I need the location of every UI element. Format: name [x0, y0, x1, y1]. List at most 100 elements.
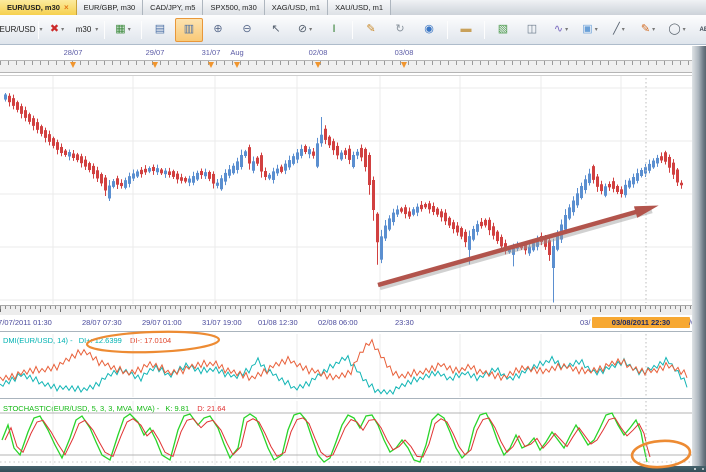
ruler-icon[interactable]: ▬ — [452, 18, 480, 42]
zoom-out-icon[interactable]: ⊖ — [233, 18, 261, 42]
chart-tab-label: XAG/USD, m1 — [272, 3, 320, 12]
toolbar-separator — [352, 21, 353, 39]
chart-tab-2[interactable]: CAD/JPY, m5 — [143, 0, 203, 15]
time-axis-label: 28/07 07:30 — [82, 318, 122, 327]
chart-window-icon[interactable]: ▤ — [146, 18, 174, 42]
chart-toolbar: EUR/USD▾✖▾m30▾▦▾▤▥⊕⊖↖⊘▾I✎↻◉▬▧◫∿▾▣▾╱▾✎▾◯▾… — [0, 15, 706, 45]
day-date-label: 29/07 — [146, 48, 165, 57]
screenshot-icon[interactable]: ◫ — [518, 18, 546, 42]
time-axis-label: 02/08 06:00 — [318, 318, 358, 327]
dmi-di-minus-value: DI-: 17.0104 — [130, 336, 171, 345]
chart-type-icon: ▦ — [115, 24, 125, 35]
magnifier-icon[interactable]: ⊘▾ — [291, 18, 319, 42]
annotate-icon[interactable]: ✎ — [357, 18, 385, 42]
toolbar-separator — [38, 21, 39, 39]
stochastic-d-value: D: 21.64 — [197, 404, 225, 413]
chart-tab-label: EUR/USD, m30 — [7, 3, 60, 12]
image-icon: ▧ — [498, 24, 508, 35]
dmi-header: DMI(EUR/USD, 14) - DI+: 12.6399 DI-: 17.… — [3, 336, 171, 345]
screenshot-icon: ◫ — [527, 24, 537, 35]
fibonacci-icon: ∿ — [554, 24, 563, 35]
magnifier-icon: ⊘ — [298, 24, 307, 35]
cursor-icon: ↖ — [271, 24, 280, 35]
text-tool-icon[interactable]: ABC — [692, 18, 706, 42]
day-date-label: 28/07 — [64, 48, 83, 57]
close-symbol-icon[interactable]: ✖▾ — [43, 18, 71, 42]
trading-platform-window: EUR/USD, m30 × EUR/GBP, m30 CAD/JPY, m5 SPX5… — [0, 0, 706, 472]
dmi-title: DMI(EUR/USD, 14) - — [3, 336, 73, 345]
chart-tab-5[interactable]: XAU/USD, m1 — [328, 0, 391, 15]
dmi-di-plus-value: DI+: 12.6399 — [79, 336, 122, 345]
trendline-icon: ╱ — [613, 24, 620, 35]
chart-type-icon[interactable]: ▦▾ — [109, 18, 137, 42]
chart-window-alt-icon[interactable]: ▥ — [175, 18, 203, 42]
crosshair-measure-icon: I — [332, 24, 335, 35]
refresh-icon: ↻ — [395, 24, 404, 35]
chevron-down-icon: ▾ — [309, 26, 312, 33]
day-ruler-strip[interactable] — [0, 60, 692, 73]
stochastic-title: STOCHASTIC(EUR/USD, 5, 3, 3, MVA, MVA) - — [3, 404, 159, 413]
chart-tab-3[interactable]: SPX500, m30 — [203, 0, 264, 15]
chart-tab-1[interactable]: EUR/GBP, m30 — [77, 0, 144, 15]
chevron-down-icon: ▾ — [652, 26, 655, 33]
day-date-label: Aug — [230, 48, 243, 57]
chevron-down-icon: ▾ — [622, 26, 625, 33]
pencil-icon: ✎ — [641, 24, 650, 35]
toolbar-separator — [104, 21, 105, 39]
day-marker-icon — [208, 62, 214, 68]
chart-tab-bar: EUR/USD, m30 × EUR/GBP, m30 CAD/JPY, m5 SPX5… — [0, 0, 706, 16]
chart-tab-0[interactable]: EUR/USD, m30 × — [0, 0, 77, 15]
dmi-indicator-panel[interactable]: DMI(EUR/USD, 14) - DI+: 12.6399 DI-: 17.… — [0, 333, 693, 398]
main-chart-canvas[interactable] — [0, 75, 693, 306]
chart-window-alt-icon: ▥ — [184, 24, 194, 35]
trendline-icon[interactable]: ╱▾ — [605, 18, 633, 42]
window-right-edge — [692, 46, 706, 466]
crosshair-measure-icon[interactable]: I — [320, 18, 348, 42]
resize-grip[interactable] — [694, 467, 704, 471]
stochastic-indicator-panel[interactable]: STOCHASTIC(EUR/USD, 5, 3, 3, MVA, MVA) -… — [0, 400, 693, 466]
day-marker-icon — [315, 62, 321, 68]
time-axis-label: 29/07 01:00 — [142, 318, 182, 327]
chevron-down-icon: ▾ — [595, 26, 598, 33]
time-axis-label: 31/07 19:00 — [202, 318, 242, 327]
chevron-down-icon: ▾ — [61, 26, 64, 33]
chart-tab-label: EUR/GBP, m30 — [84, 3, 136, 12]
ellipse-tool-icon[interactable]: ◯▾ — [663, 18, 691, 42]
chart-tab-label: SPX500, m30 — [210, 3, 256, 12]
stochastic-k-value: K: 9.81 — [165, 404, 189, 413]
close-symbol-icon: ✖ — [50, 24, 59, 35]
time-axis-labels: 03/08/2011 22:30 27/07/2011 01:3028/07 0… — [0, 315, 706, 330]
cursor-icon[interactable]: ↖ — [262, 18, 290, 42]
chevron-down-icon: ▾ — [683, 26, 686, 33]
toolbar-separator — [484, 21, 485, 39]
current-bar-time-badge: 03/08/2011 22:30 — [592, 317, 690, 328]
pencil-icon[interactable]: ✎▾ — [634, 18, 662, 42]
text-tool-icon: ABC — [700, 27, 706, 33]
chart-tab-label: XAU/USD, m1 — [335, 3, 383, 12]
zoom-in-icon: ⊕ — [213, 24, 222, 35]
day-marker-icon — [152, 62, 158, 68]
symbol-select[interactable]: EUR/USD▾ — [6, 18, 34, 42]
image-icon[interactable]: ▧ — [489, 18, 517, 42]
chart-tab-4[interactable]: XAG/USD, m1 — [265, 0, 328, 15]
fibonacci-icon[interactable]: ∿▾ — [547, 18, 575, 42]
time-axis-label: 01/08 12:30 — [258, 318, 298, 327]
horizontal-line-icon: ▣ — [582, 24, 592, 35]
timeframe-select-value: m30 — [74, 25, 94, 34]
stochastic-header: STOCHASTIC(EUR/USD, 5, 3, 3, MVA, MVA) -… — [3, 404, 226, 413]
time-axis-label: 23:30 — [395, 318, 414, 327]
zoom-out-icon: ⊖ — [242, 24, 251, 35]
horizontal-line-icon[interactable]: ▣▾ — [576, 18, 604, 42]
day-overview-ruler[interactable]: 28/0729/0731/07Aug02/0803/08 — [0, 46, 692, 75]
timeframe-select[interactable]: m30▾ — [72, 18, 100, 42]
tab-close-icon[interactable]: × — [64, 4, 69, 12]
chevron-down-icon: ▾ — [565, 26, 568, 33]
zoom-in-icon[interactable]: ⊕ — [204, 18, 232, 42]
globe-icon: ◉ — [424, 24, 434, 35]
refresh-icon[interactable]: ↻ — [386, 18, 414, 42]
toolbar-separator — [447, 21, 448, 39]
annotate-icon: ✎ — [366, 24, 375, 35]
globe-icon[interactable]: ◉ — [415, 18, 443, 42]
day-marker-icon — [401, 62, 407, 68]
window-bottom-edge — [0, 466, 706, 472]
